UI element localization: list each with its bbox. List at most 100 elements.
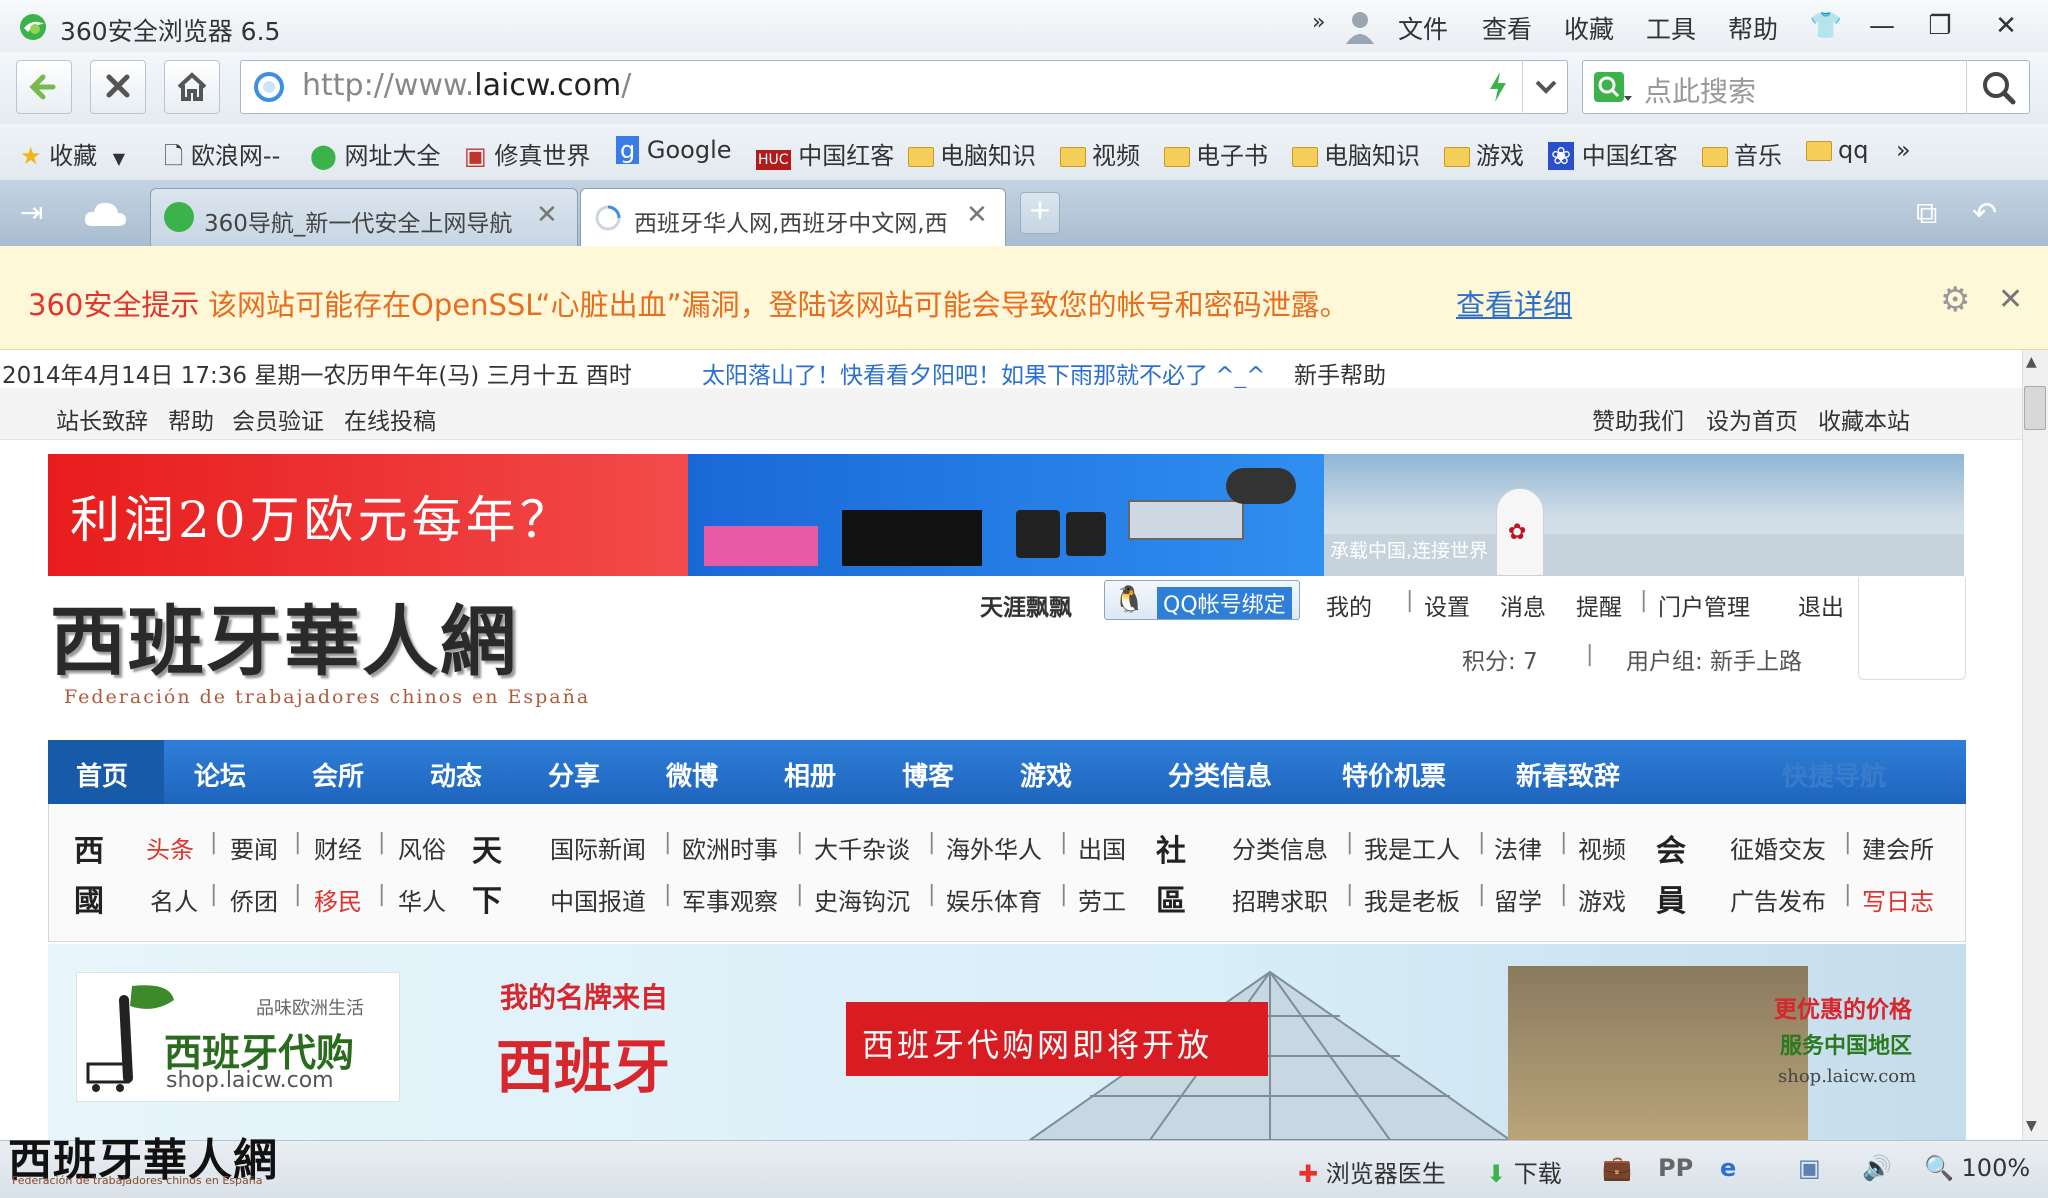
vertical-scrollbar[interactable] [2022,350,2048,1140]
sublink-europe[interactable]: 欧洲时事 [682,830,778,865]
sublink-ads[interactable]: 广告发布 [1730,882,1826,917]
nav-games[interactable]: 游戏 [1020,756,1072,793]
minimize-icon[interactable]: — [1862,8,1902,44]
volume-icon[interactable]: 🔊 [1862,1154,1892,1182]
site-info-icon[interactable] [252,70,286,104]
sublink-chinese[interactable]: 华人 [398,882,446,917]
sublink-video[interactable]: 视频 [1578,830,1626,865]
sublink-entertainment[interactable]: 娱乐体育 [946,882,1042,917]
bookmark-folder[interactable]: 电脑知识 [1292,136,1420,171]
qq-bind-button[interactable]: 🐧 QQ帐号绑定 [1104,580,1300,620]
sidebar-toggle-icon[interactable]: ⇥ [20,196,60,232]
bookmark-item[interactable]: ▣ 修真世界 [464,136,590,171]
nav-new-year[interactable]: 新春致辞 [1516,756,1620,793]
sublink-classifieds[interactable]: 分类信息 [1232,830,1328,865]
bookmark-folder[interactable]: qq [1806,136,1868,164]
close-warning-icon[interactable]: ✕ [1998,282,2023,317]
briefcase-icon[interactable]: 💼 [1602,1154,1632,1182]
sublink-news[interactable]: 要闻 [230,830,278,865]
sublink-associations[interactable]: 侨团 [230,882,278,917]
search-engine-icon[interactable] [1592,70,1632,106]
sublink-intl-news[interactable]: 国际新闻 [550,830,646,865]
nav-blog[interactable]: 博客 [902,756,954,793]
menu-file[interactable]: 文件 [1398,10,1448,46]
sublink-customs[interactable]: 风俗 [398,830,446,865]
help-link[interactable]: 新手帮助 [1294,356,1386,390]
username-link[interactable]: 天涯飘飘 [980,588,1072,622]
new-tab-button[interactable]: + [1020,192,1060,234]
nav-share[interactable]: 分享 [548,756,600,793]
menu-tools[interactable]: 工具 [1646,10,1696,46]
download-button[interactable]: ⬇ 下载 [1486,1154,1562,1189]
sublink-study[interactable]: 留学 [1494,882,1542,917]
scrollbar-thumb[interactable] [2024,386,2046,430]
bookmark-item[interactable]: ❀ 中国红客 [1548,136,1678,171]
sublink-finance[interactable]: 财经 [314,830,362,865]
skin-icon[interactable]: 👕 [1806,8,1846,44]
user-avatar-icon[interactable] [1344,8,1376,44]
bookmark-item[interactable]: g Google [616,136,732,164]
close-window-icon[interactable]: ✕ [1986,8,2026,44]
site-help-link[interactable]: 帮助 [168,402,214,436]
speed-mode-icon[interactable] [1484,70,1512,104]
menu-overflow-chevron[interactable]: » [1312,10,1325,35]
sublink-misc[interactable]: 大千杂谈 [814,830,910,865]
sublink-games[interactable]: 游戏 [1578,882,1626,917]
nav-clubhouse[interactable]: 会所 [312,756,364,793]
avatar-frame[interactable] [1858,578,1966,680]
url-dropdown-button[interactable] [1522,60,1568,114]
menu-view[interactable]: 查看 [1482,10,1532,46]
nav-feed[interactable]: 动态 [430,756,482,793]
settings-gear-icon[interactable]: ⚙ [1940,280,1970,320]
sublink-jobs[interactable]: 招聘求职 [1232,882,1328,917]
restore-icon[interactable]: ❐ [1920,8,1960,44]
nav-home[interactable]: 首页 [76,756,128,793]
menu-help[interactable]: 帮助 [1728,10,1778,46]
nav-flights[interactable]: 特价机票 [1342,756,1446,793]
window-layout-icon[interactable]: ▣ [1798,1154,1821,1182]
portal-admin-link[interactable]: 门户管理 [1658,588,1750,622]
submit-link[interactable]: 在线投稿 [344,402,436,436]
sublink-headlines[interactable]: 头条 [146,830,194,865]
scroll-up-icon[interactable]: ▲ [2026,354,2037,370]
sublink-china-report[interactable]: 中国报道 [550,882,646,917]
nav-album[interactable]: 相册 [784,756,836,793]
sublink-abroad[interactable]: 出国 [1078,830,1126,865]
bookmark-folder[interactable]: 电子书 [1164,136,1268,171]
sublink-create-club[interactable]: 建会所 [1862,830,1934,865]
stop-button[interactable] [90,60,146,114]
member-verify-link[interactable]: 会员验证 [232,402,324,436]
favorites-menu[interactable]: ★ 收藏 ▼ [20,136,125,171]
nav-forum[interactable]: 论坛 [194,756,246,793]
sublink-dating[interactable]: 征婚交友 [1730,830,1826,865]
sublink-celebrities[interactable]: 名人 [150,882,198,917]
bookmark-folder[interactable]: 视频 [1060,136,1140,171]
search-button[interactable] [1966,60,2030,114]
bookmark-folder[interactable]: 音乐 [1702,136,1782,171]
reminders-link[interactable]: 提醒 [1576,588,1622,622]
sublink-military[interactable]: 军事观察 [682,882,778,917]
bookmark-site-link[interactable]: 收藏本站 [1818,402,1910,436]
sponsor-link[interactable]: 赞助我们 [1592,402,1684,436]
translate-icon[interactable]: PP [1658,1154,1693,1182]
sublink-labor[interactable]: 劳工 [1078,882,1126,917]
zoom-control[interactable]: 🔍 100% [1924,1154,2030,1182]
nav-quick-menu[interactable]: 快捷导航 [1782,756,1886,793]
bookmark-folder[interactable]: 电脑知识 [908,136,1036,171]
menu-favorites[interactable]: 收藏 [1564,10,1614,46]
webmaster-link[interactable]: 站长致辞 [56,402,148,436]
restore-tab-icon[interactable]: ⧉ [1916,196,1937,231]
close-tab-icon[interactable]: ✕ [536,200,558,230]
bookmark-folder[interactable]: 游戏 [1444,136,1524,171]
sublink-law[interactable]: 法律 [1494,830,1542,865]
bookmarks-more-chevron[interactable]: » [1896,136,1911,164]
close-tab-icon[interactable]: ✕ [966,200,988,230]
logout-link[interactable]: 退出 [1798,588,1844,622]
bookmark-item[interactable]: 🗋 欧浪网-- [164,136,280,180]
settings-link[interactable]: 设置 [1424,588,1470,622]
sublink-overseas[interactable]: 海外华人 [946,830,1042,865]
home-button[interactable] [164,60,220,114]
set-homepage-link[interactable]: 设为首页 [1706,402,1798,436]
search-input[interactable]: 点此搜索 [1644,70,1756,110]
back-button[interactable] [16,60,72,114]
